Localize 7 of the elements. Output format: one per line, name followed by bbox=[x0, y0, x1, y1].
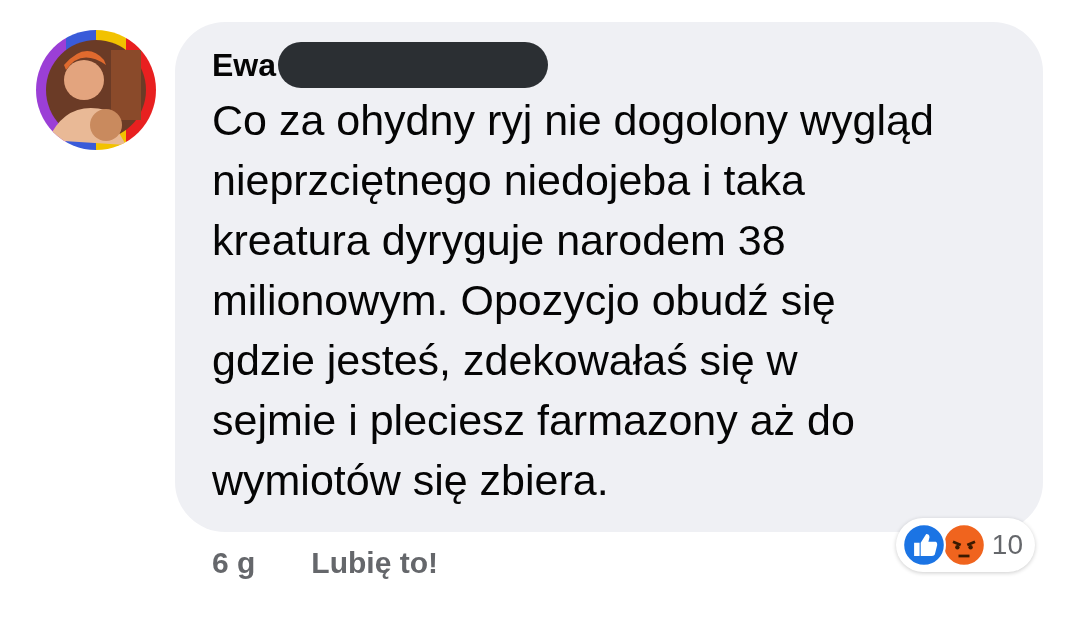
comment-text: Co za ohydny ryj nie dogolony wygląd nieprzciętnego niedojeba i taka kreatura dyryguje narodem 38 milionowym. Opozycjo obudź się gdzie jesteś, zdekowałaś się w sejmie i pleciesz farmazony aż do wymiotów się zbiera. bbox=[212, 95, 935, 506]
thumbs-up-icon bbox=[901, 523, 946, 567]
reaction-count: 10 bbox=[991, 529, 1023, 561]
comment-time[interactable]: 6 g bbox=[212, 546, 256, 580]
reactions-pill[interactable]: 10 bbox=[895, 518, 1035, 572]
author-name[interactable]: Ewa bbox=[212, 46, 277, 84]
like-link[interactable]: Lubię to! bbox=[311, 546, 438, 580]
